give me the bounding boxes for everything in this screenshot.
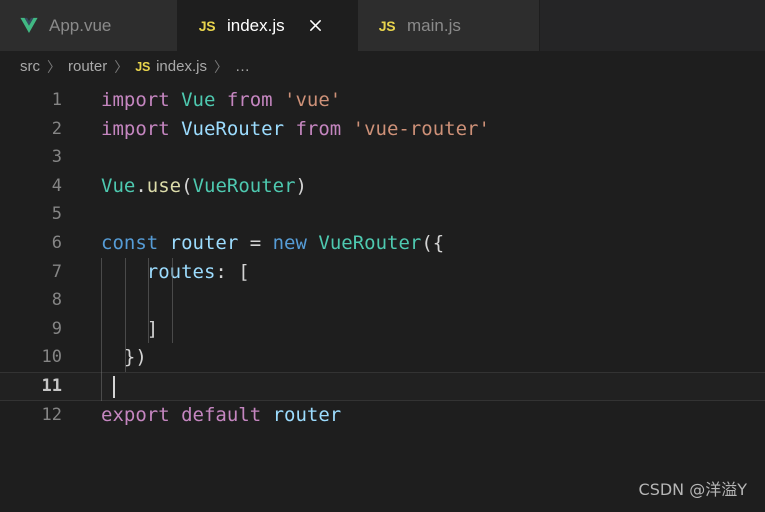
line-number: 10 (41, 347, 62, 368)
code-line[interactable]: 10 }) (0, 343, 765, 372)
code-token: ] (101, 317, 159, 340)
code-line[interactable]: 12 export default router (0, 401, 765, 430)
chevron-right-icon: 〉 (47, 58, 61, 75)
code-token: ({ (421, 232, 445, 254)
breadcrumb-item-src[interactable]: src (20, 58, 40, 75)
code-line[interactable]: 3 (0, 143, 765, 172)
code-editor[interactable]: 1 import Vue from 'vue' 2 import VueRouter … (0, 82, 765, 512)
code-token: export default (101, 403, 273, 426)
code-token: VueRouter (192, 174, 296, 197)
line-number: 7 (51, 261, 62, 282)
code-line[interactable]: 5 (0, 200, 765, 229)
js-file-icon: JS (376, 15, 398, 37)
code-token: VueRouter (181, 117, 285, 140)
code-line[interactable]: 2 import VueRouter from 'vue-router' (0, 115, 765, 144)
code-text: export default router (101, 401, 341, 430)
code-token: = (238, 232, 273, 254)
watermark: CSDN @洋溢Y (638, 480, 747, 499)
code-token: use (146, 174, 182, 197)
code-token: router (272, 403, 342, 426)
js-badge-label: JS (198, 17, 216, 34)
tab-label-index-js: index.js (227, 16, 285, 35)
tab-label-app-vue: App.vue (49, 16, 112, 35)
tab-app-vue[interactable]: App.vue (0, 0, 178, 51)
code-text: }) (101, 343, 147, 372)
code-token: . (135, 174, 147, 197)
tab-main-js[interactable]: JS main.js (358, 0, 540, 51)
line-number: 12 (41, 404, 62, 425)
code-token: VueRouter (318, 232, 422, 254)
tab-spacer (111, 0, 137, 51)
code-token: new (272, 232, 319, 254)
line-number: 9 (51, 318, 62, 339)
code-token: }) (101, 346, 147, 369)
chevron-right-icon: 〉 (114, 58, 129, 75)
breadcrumb-item-symbols[interactable]: … (235, 58, 250, 75)
code-token: import (101, 89, 182, 111)
line-number: 5 (51, 204, 62, 225)
code-token: from (215, 89, 285, 111)
vscode-window: App.vue JS index.js JS main.js src 〉 rou… (0, 0, 765, 512)
line-number: 3 (51, 147, 62, 168)
breadcrumb-item-index-js[interactable]: index.js (156, 58, 207, 75)
line-number: 8 (51, 290, 62, 311)
line-number: 1 (51, 90, 62, 110)
code-line[interactable]: 9 ] (0, 315, 765, 344)
code-token: import (101, 117, 182, 140)
text-cursor (112, 376, 115, 398)
code-token: Vue (101, 174, 136, 197)
js-file-icon: JS (135, 59, 151, 74)
code-text: import Vue from 'vue' (101, 86, 341, 115)
tab-label-main-js: main.js (407, 16, 461, 35)
code-token: ( (181, 174, 193, 197)
code-token: 'vue-router' (352, 117, 490, 140)
code-text: routes: [ (101, 258, 250, 287)
code-line[interactable]: 6 const router = new VueRouter({ (0, 229, 765, 258)
tab-bar-empty-area (540, 0, 765, 51)
code-text: ] (101, 315, 158, 344)
js-badge-label: JS (378, 17, 396, 34)
code-line[interactable]: 8 (0, 286, 765, 315)
code-line[interactable]: 7 routes: [ (0, 258, 765, 287)
chevron-right-icon: 〉 (213, 58, 228, 75)
line-number: 4 (51, 175, 62, 196)
editor-tab-bar: App.vue JS index.js JS main.js (0, 0, 765, 51)
code-token: const (101, 232, 170, 254)
tab-spacer (461, 0, 487, 51)
code-text: const router = new VueRouter({ (101, 229, 444, 258)
code-line[interactable]: 4 Vue.use(VueRouter) (0, 172, 765, 201)
close-icon[interactable] (299, 0, 333, 51)
line-number: 11 (41, 376, 62, 396)
code-token: 'vue' (284, 89, 342, 111)
code-token: : [ (215, 260, 250, 283)
code-token: ) (295, 174, 307, 197)
code-token: from (284, 117, 353, 140)
tab-index-js[interactable]: JS index.js (178, 0, 358, 51)
code-text: Vue.use(VueRouter) (101, 172, 307, 201)
code-text: import VueRouter from 'vue-router' (101, 115, 490, 144)
line-number: 6 (51, 233, 62, 253)
breadcrumb: src 〉 router 〉 JS index.js 〉 … (0, 51, 765, 82)
vue-logo-icon (18, 15, 40, 37)
code-token: Vue (181, 89, 216, 111)
breadcrumb-item-router[interactable]: router (68, 58, 107, 75)
code-token: router (169, 232, 239, 254)
code-token: routes (101, 260, 216, 283)
code-line[interactable]: 1 import Vue from 'vue' (0, 86, 765, 115)
line-number: 2 (51, 118, 62, 139)
js-file-icon: JS (196, 15, 218, 37)
